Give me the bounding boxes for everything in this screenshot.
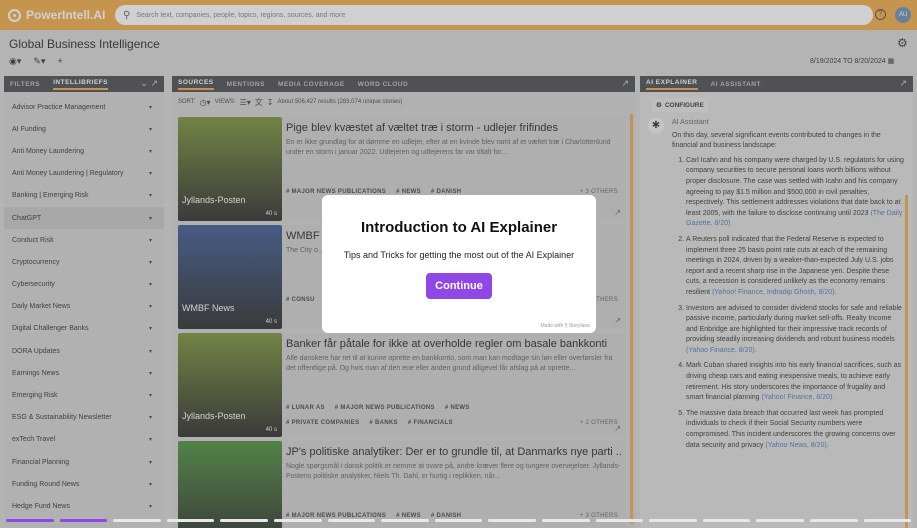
progress-step <box>595 519 644 522</box>
modal-title: Introduction to AI Explainer <box>360 219 558 236</box>
progress-step <box>273 519 322 522</box>
progress-step <box>488 519 536 522</box>
continue-button[interactable]: Continue <box>426 273 492 299</box>
progress-step <box>6 519 54 522</box>
progress-step <box>166 519 215 522</box>
intro-modal: Introduction to AI Explainer Tips and Tr… <box>322 195 596 333</box>
progress-step <box>809 519 858 522</box>
progress-step <box>113 519 161 522</box>
tour-progress <box>0 519 917 524</box>
progress-step <box>327 519 376 522</box>
progress-step <box>220 519 268 522</box>
made-with-label: Made with § Storylane <box>540 323 590 329</box>
modal-subtitle: Tips and Tricks for getting the most out… <box>343 250 575 260</box>
progress-step <box>434 519 483 522</box>
progress-step <box>863 519 912 522</box>
progress-step <box>649 519 697 522</box>
progress-step <box>59 519 108 522</box>
progress-step <box>541 519 590 522</box>
progress-step <box>381 519 429 522</box>
progress-step <box>756 519 804 522</box>
progress-step <box>702 519 751 522</box>
